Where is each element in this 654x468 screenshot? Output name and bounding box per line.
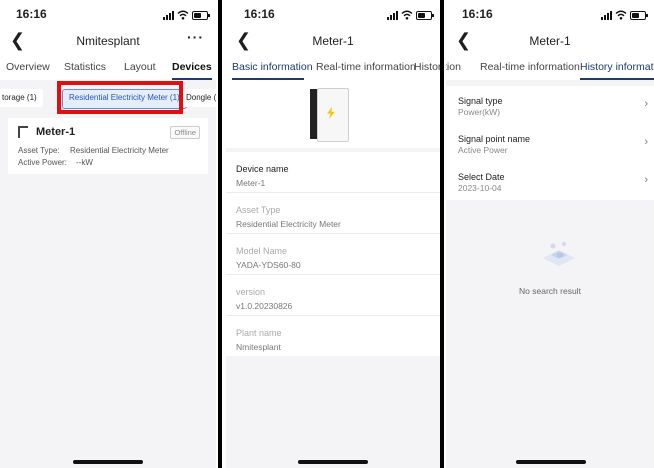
info-value: Nmitesplant [236,342,281,352]
info-value: Residential Electricity Meter [236,219,341,229]
filter-value: 2023-10-04 [458,183,502,193]
empty-state-text: No search result [519,286,581,296]
info-label: Model Name [236,246,288,256]
system-icons [387,8,434,20]
tab-real-time-information[interactable]: Real-time information [316,61,416,73]
info-value: v1.0.20230826 [236,301,293,311]
history-filter-list: Signal type Power(kW) › Signal point nam… [446,86,654,200]
status-time: 16:16 [16,7,47,21]
nav-bar: ❮ Nmitesplant ··· [0,26,216,56]
tab-bar: Overview Statistics Layout Devices [0,56,216,80]
signal-icon [387,10,398,20]
tab-history-information[interactable]: Histor [414,61,440,73]
info-label: Plant name [236,328,282,338]
home-indicator [298,460,368,464]
battery-icon [192,11,210,20]
info-label: Device name [236,164,289,174]
info-value: YADA-YDS60-80 [236,260,301,270]
empty-state-icon [543,242,575,266]
tab-overview[interactable]: Overview [6,61,50,73]
tab-statistics[interactable]: Statistics [64,61,106,73]
more-icon[interactable]: ··· [187,29,204,45]
page-title: Meter-1 [529,34,571,48]
status-bar: 16:16 [226,0,440,26]
battery-icon [630,11,648,20]
asset-type-label: Asset Type: [18,146,60,155]
battery-icon [416,11,434,20]
tab-underline [580,78,654,80]
tab-real-time-information[interactable]: Real-time information [480,61,580,73]
status-bar: 16:16 [0,0,216,26]
highlight-box [57,81,183,114]
panel-divider [440,0,444,468]
tab-history-information[interactable]: History information [580,61,654,73]
tab-basic-information[interactable]: Basic information [232,61,313,73]
filter-value: Active Power [458,145,508,155]
meter-card[interactable]: Meter-1 Offline Asset Type: Residential … [8,118,208,174]
info-row-device-name: Device name Meter-1 [226,152,440,193]
info-row-model-name: Model Name YADA-YDS60-80 [226,234,440,275]
signal-icon [601,10,612,20]
wifi-icon [177,10,189,20]
filter-label: Signal point name [458,134,531,144]
panel-divider [218,0,222,468]
nav-bar: ❮ Meter-1 [446,26,654,56]
screen-devices: 16:16 ❮ Nmitesplant ··· Overview Statist… [0,0,216,468]
chevron-right-icon: › [644,174,648,186]
wifi-icon [615,10,627,20]
device-image [226,80,440,148]
tab-basic-information[interactable]: tion [446,61,461,73]
chevron-right-icon: › [644,98,648,110]
page-title: Nmitesplant [76,34,140,48]
status-time: 16:16 [244,7,275,21]
screen-history-info: 16:16 ❮ Meter-1 tion Real-time informati… [446,0,654,468]
active-power-value: --kW [76,158,93,167]
home-indicator [516,460,586,464]
meter-name: Meter-1 [36,126,76,138]
screen-basic-info: 16:16 ❮ Meter-1 Basic information Real-t… [226,0,440,468]
info-label: Asset Type [236,205,281,215]
info-label: version [236,287,266,297]
active-power-label: Active Power: [18,158,67,167]
tab-bar: Basic information Real-time information … [226,56,440,80]
info-row-version: version v1.0.20230826 [226,275,440,316]
status-time: 16:16 [462,7,493,21]
basic-info-list: Device name Meter-1 Asset Type Residenti… [226,152,440,356]
tab-bar: tion Real-time information History infor… [446,56,654,80]
info-row-asset-type: Asset Type Residential Electricity Meter [226,193,440,234]
chip-storage[interactable]: torage (1) [0,89,43,107]
info-value: Meter-1 [236,178,266,188]
wifi-icon [401,10,413,20]
filter-signal-point-name[interactable]: Signal point name Active Power › [446,124,654,162]
meter-icon [18,126,28,138]
tab-layout[interactable]: Layout [124,61,156,73]
chevron-right-icon: › [644,136,648,148]
signal-icon [163,10,174,20]
tab-devices[interactable]: Devices [172,61,212,73]
system-icons [163,8,210,20]
filter-label: Signal type [458,96,503,106]
status-bar: 16:16 [446,0,654,26]
filter-select-date[interactable]: Select Date 2023-10-04 › [446,162,654,200]
nav-bar: ❮ Meter-1 [226,26,440,56]
system-icons [601,8,648,20]
filter-value: Power(kW) [458,107,501,117]
info-row-plant-name: Plant name Nmitesplant [226,316,440,356]
home-indicator [73,460,143,464]
filter-signal-type[interactable]: Signal type Power(kW) › [446,86,654,124]
filter-label: Select Date [458,172,505,182]
meter-device-body [317,88,349,142]
status-badge: Offline [170,126,200,139]
chip-dongle[interactable]: Dongle (2 [180,89,216,107]
page-title: Meter-1 [312,34,354,48]
asset-type-value: Residential Electricity Meter [70,146,169,155]
